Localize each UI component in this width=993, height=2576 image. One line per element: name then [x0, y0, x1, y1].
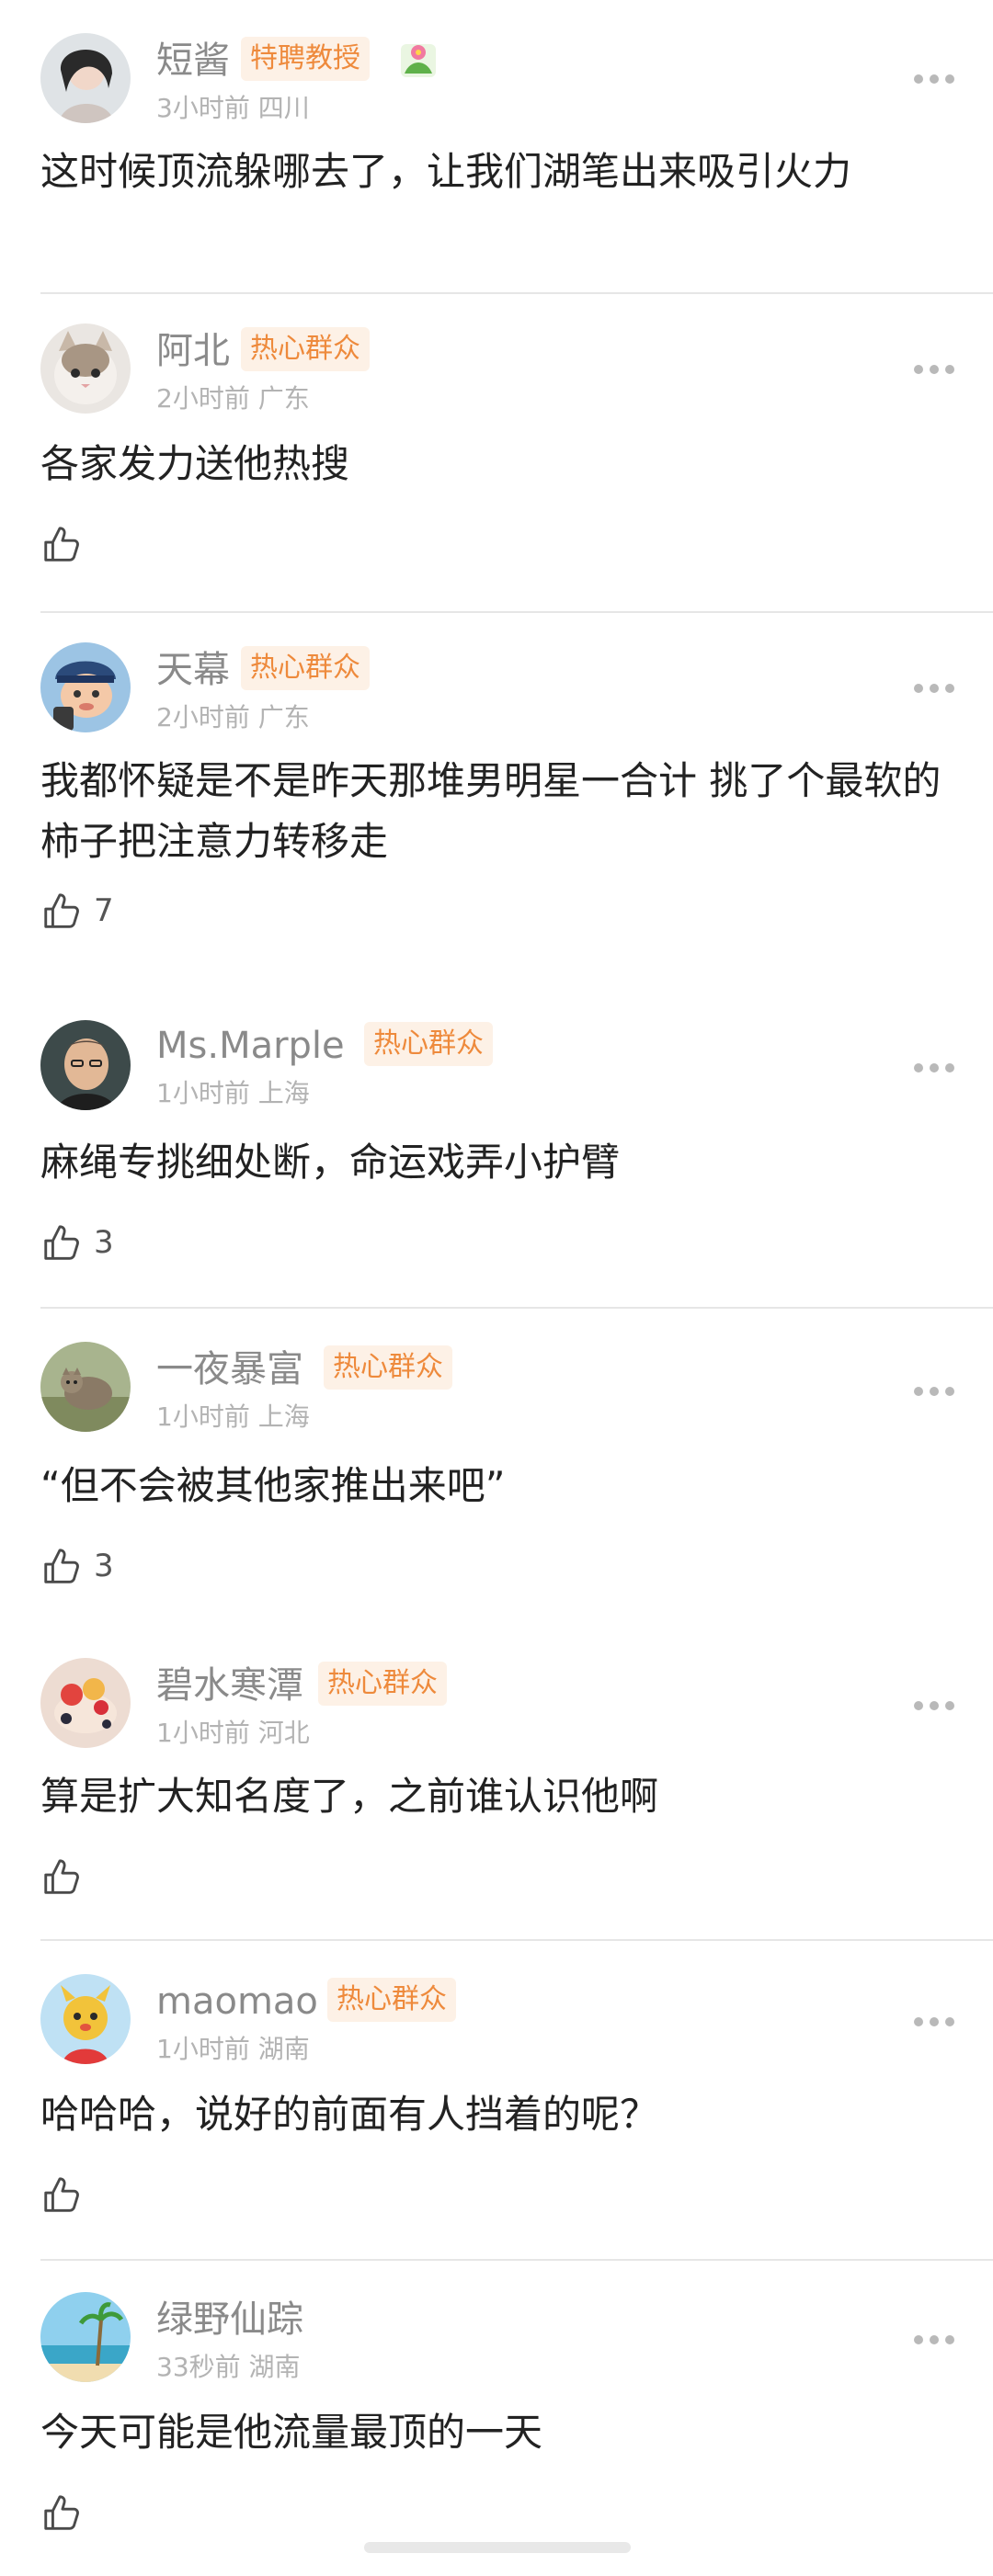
thumbs-up-icon: [40, 523, 83, 565]
comment-item: 短酱 特聘教授 3小时前 四川 这时候顶流躲哪去了，让我们湖笔出来吸引火力: [0, 0, 993, 294]
username[interactable]: 一夜暴富: [156, 1351, 303, 1388]
more-dots-icon[interactable]: [914, 1062, 954, 1073]
username[interactable]: maomao: [156, 1983, 318, 2020]
like-count: 3: [94, 1548, 114, 1584]
user-badge: 热心群众: [324, 1345, 452, 1390]
thumbs-up-icon: [40, 1855, 83, 1898]
comment-time: 1小时前: [156, 2034, 250, 2064]
comment-meta: 2小时前 广东: [156, 705, 310, 731]
avatar[interactable]: [40, 1974, 131, 2064]
avatar[interactable]: [40, 1342, 131, 1432]
username[interactable]: 碧水寒潭: [156, 1667, 303, 1704]
avatar[interactable]: [40, 323, 131, 414]
username[interactable]: Ms.Marple: [156, 1027, 345, 1064]
avatar[interactable]: [40, 33, 131, 123]
comment-location: 上海: [257, 1078, 310, 1108]
user-badge: 热心群众: [241, 327, 370, 371]
comment-location: 上海: [257, 1401, 310, 1432]
comment-text: 各家发力送他热搜: [40, 441, 350, 486]
user-badge: 热心群众: [364, 1022, 493, 1066]
comment-time: 3小时前: [156, 93, 250, 123]
comment-item: 碧水寒潭 热心群众 1小时前 河北 算是扩大知名度了，之前谁认识他啊: [0, 1630, 993, 1941]
comment-time: 1小时前: [156, 1078, 250, 1108]
comment-text: 麻绳专挑细处断，命运戏弄小护臂: [40, 1140, 621, 1185]
user-badge: 热心群众: [318, 1662, 447, 1706]
comment-meta: 3小时前 四川: [156, 96, 310, 121]
thumbs-up-icon: [40, 1221, 83, 1264]
thumbs-up-icon: [40, 2491, 83, 2534]
comment-meta: 1小时前 上海: [156, 1081, 310, 1106]
comment-meta: 1小时前 上海: [156, 1404, 310, 1430]
like-count: 3: [94, 1224, 114, 1261]
username[interactable]: 绿野仙踪: [156, 2301, 303, 2338]
thumbs-up-icon: [40, 890, 83, 932]
more-dots-icon[interactable]: [914, 74, 954, 85]
username[interactable]: 短酱: [156, 42, 230, 79]
avatar[interactable]: [40, 2292, 131, 2382]
like-button[interactable]: 7: [40, 889, 114, 933]
username[interactable]: 天幕: [156, 652, 230, 688]
comment-location: 湖南: [248, 2352, 301, 2382]
comment-item: 一夜暴富 热心群众 1小时前 上海 “但不会被其他家推出来吧” 3: [0, 1309, 993, 1630]
like-count: 7: [94, 892, 114, 929]
comment-time: 1小时前: [156, 1401, 250, 1432]
like-button[interactable]: [40, 1855, 94, 1899]
comment-location: 湖南: [257, 2034, 310, 2064]
like-button[interactable]: [40, 2173, 94, 2217]
comment-item: maomao 热心群众 1小时前 湖南 哈哈哈，说好的前面有人挡着的呢？: [0, 1941, 993, 2261]
user-badge: 热心群众: [241, 646, 370, 690]
avatar[interactable]: [40, 1020, 131, 1110]
comment-time: 2小时前: [156, 702, 250, 732]
comment-meta: 1小时前 湖南: [156, 2037, 310, 2062]
thumbs-up-icon: [40, 2173, 83, 2216]
username[interactable]: 阿北: [156, 333, 230, 369]
comment-meta: 33秒前 湖南: [156, 2355, 301, 2380]
comment-time: 1小时前: [156, 1718, 250, 1748]
more-dots-icon[interactable]: [914, 1700, 954, 1711]
comment-text: “但不会被其他家推出来吧”: [40, 1463, 506, 1508]
comment-text: 算是扩大知名度了，之前谁认识他啊: [40, 1774, 659, 1819]
comment-time: 33秒前: [156, 2352, 241, 2382]
comment-item: 阿北 热心群众 2小时前 广东 各家发力送他热搜: [0, 294, 993, 613]
more-dots-icon[interactable]: [914, 364, 954, 375]
avatar[interactable]: [40, 642, 131, 732]
comment-item: Ms.Marple 热心群众 1小时前 上海 麻绳专挑细处断，命运戏弄小护臂 3: [0, 976, 993, 1309]
comment-location: 河北: [257, 1718, 310, 1748]
flower-icon: [397, 39, 439, 81]
thumbs-up-icon: [40, 1545, 83, 1587]
user-badge: 热心群众: [327, 1978, 456, 2022]
comment-text: 今天可能是他流量最顶的一天: [40, 2410, 543, 2455]
comment-text: 我都怀疑是不是昨天那堆男明星一合计 挑了个最软的柿子把注意力转移走: [40, 758, 942, 864]
like-button[interactable]: [40, 2491, 94, 2535]
comment-meta: 2小时前 广东: [156, 386, 310, 412]
more-dots-icon[interactable]: [914, 2334, 954, 2345]
more-dots-icon[interactable]: [914, 2016, 954, 2027]
comment-item: 天幕 热心群众 2小时前 广东 我都怀疑是不是昨天那堆男明星一合计 挑了个最软的…: [0, 613, 993, 976]
comment-item: 绿野仙踪 33秒前 湖南 今天可能是他流量最顶的一天: [0, 2261, 993, 2576]
avatar[interactable]: [40, 1658, 131, 1748]
more-dots-icon[interactable]: [914, 683, 954, 694]
like-button[interactable]: [40, 522, 94, 566]
comment-text: 这时候顶流躲哪去了，让我们湖笔出来吸引火力: [40, 149, 852, 194]
user-badge: 特聘教授: [241, 37, 370, 81]
comment-text: 哈哈哈，说好的前面有人挡着的呢？: [40, 2092, 659, 2137]
like-button[interactable]: 3: [40, 1220, 114, 1265]
more-dots-icon[interactable]: [914, 1386, 954, 1397]
comment-location: 四川: [257, 93, 310, 123]
comment-location: 广东: [257, 383, 310, 414]
like-button[interactable]: 3: [40, 1544, 114, 1588]
comment-location: 广东: [257, 702, 310, 732]
comment-time: 2小时前: [156, 383, 250, 414]
watermark-bar: [364, 2542, 631, 2553]
comment-meta: 1小时前 河北: [156, 1720, 310, 1746]
